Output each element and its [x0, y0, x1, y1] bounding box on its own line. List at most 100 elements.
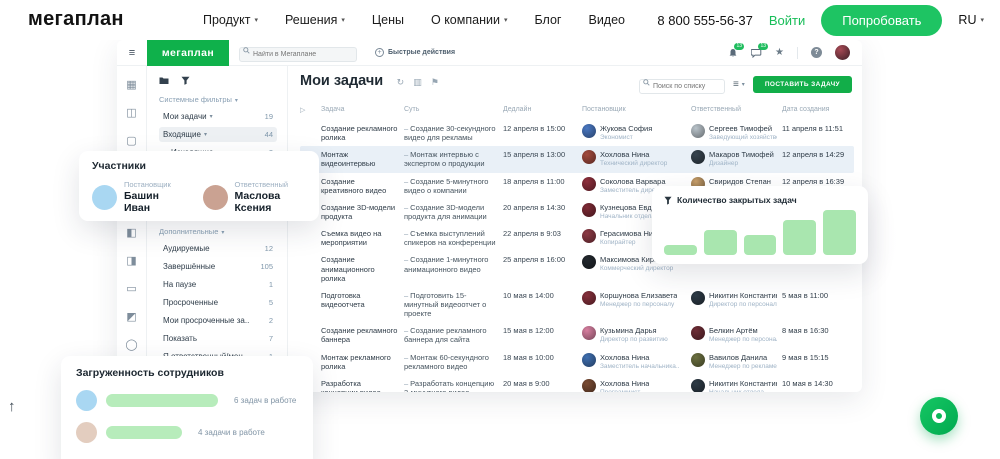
megaplan-logo[interactable]: мегаплан: [28, 8, 124, 31]
calendar-icon[interactable]: ▢: [126, 132, 136, 150]
filter-item-label: Мои задачи: [163, 112, 207, 121]
task-gist: – Монтаж 60-секундного рекламного видео: [404, 352, 489, 371]
quick-actions[interactable]: + Быстрые действия: [375, 48, 455, 57]
filter-item[interactable]: Мои просроченные за.. 2: [159, 313, 277, 328]
task-setter[interactable]: Хохлова Нина Технический директор: [582, 150, 686, 167]
task-setter[interactable]: Коршунова Елизавета Менеджер по персоналу: [582, 290, 686, 308]
filter-item[interactable]: Аудируемые 12: [159, 241, 277, 256]
task-title: Съемка видео на мероприятии: [321, 229, 382, 248]
documents-icon[interactable]: ▭: [126, 280, 136, 298]
refresh-icon[interactable]: ↻: [397, 77, 405, 87]
deals-icon[interactable]: ◩: [126, 308, 136, 326]
person-role: Коммерческий директор: [600, 265, 674, 273]
sort-icon[interactable]: ⚑: [431, 77, 439, 87]
view-switcher[interactable]: ≡ ▾: [733, 79, 745, 90]
scroll-top-arrow[interactable]: ↑: [8, 398, 16, 415]
row-checkbox[interactable]: [302, 229, 311, 238]
reports-icon[interactable]: ◧: [126, 224, 136, 242]
list-search: [638, 75, 725, 94]
user-avatar[interactable]: [835, 45, 850, 60]
task-setter[interactable]: Хохлова НинаПрограммист: [582, 378, 686, 392]
filter-icon[interactable]: [181, 76, 190, 85]
task-setter[interactable]: Кузьмина Дарья Директор по развитию: [582, 326, 686, 343]
filter-item[interactable]: На паузе 1: [159, 277, 277, 292]
divider: [797, 46, 798, 59]
list-controls: ≡ ▾ ПОСТАВИТЬ ЗАДАЧУ: [638, 75, 852, 94]
phone-number[interactable]: 8 800 555-56-37: [657, 13, 752, 28]
row-checkbox[interactable]: [302, 326, 311, 335]
table-row[interactable]: Создание рекламного ролика – Создание 30-…: [300, 120, 854, 146]
try-button[interactable]: Попробовать: [821, 4, 943, 36]
task-responsible[interactable]: Никитин КонстантинНачальник отдела..: [691, 378, 777, 392]
task-gist: –Разработать концепцию 3-минутного видео: [404, 378, 495, 392]
filter-section-extra[interactable]: Дополнительные ▾: [159, 227, 277, 236]
chevron-down-icon: ▾: [234, 98, 238, 104]
column-header[interactable]: Задача: [321, 106, 399, 114]
help-icon[interactable]: ?: [811, 47, 822, 58]
table-row[interactable]: Подготовка видеоотчета – Подготовить 15-м…: [300, 287, 854, 322]
folder-plus-icon[interactable]: [159, 76, 169, 85]
task-gist: – Создание 5-минутного видео о компании: [404, 176, 489, 195]
favorites-icon[interactable]: ★: [775, 47, 784, 58]
nav-link[interactable]: Видео: [588, 13, 625, 27]
table-row[interactable]: ✓ Монтаж видеоинтервью –Монтаж интервью …: [300, 146, 854, 173]
settings-icon[interactable]: ◯: [125, 336, 137, 354]
menu-icon[interactable]: ≡: [117, 47, 147, 59]
table-row[interactable]: Создание рекламного баннера – Создание ре…: [300, 322, 854, 348]
filter-item[interactable]: Входящие ▾ 44: [159, 127, 277, 142]
nav-link[interactable]: Решения ▾: [285, 13, 345, 27]
participant[interactable]: Постановщик Башин Иван: [92, 180, 177, 214]
columns-icon[interactable]: ▥: [413, 77, 422, 87]
table-row[interactable]: Разработка концепции видео –Разработать …: [300, 375, 854, 392]
expand-all-icon[interactable]: ▷: [300, 106, 316, 114]
task-setter[interactable]: Хохлова Нина Заместитель начальника..: [582, 352, 686, 370]
nav-link[interactable]: Блог: [534, 13, 561, 27]
row-checkbox[interactable]: [302, 291, 311, 300]
column-header[interactable]: Дедлайн: [503, 106, 577, 114]
task-gist: – Создание 1-минутного анимационного виде…: [404, 255, 489, 274]
person-role: Менеджер по персоналу: [600, 300, 675, 308]
workload-card: Загруженность сотрудников 6 задач в рабо…: [61, 356, 313, 459]
chat-icon[interactable]: 13: [751, 42, 769, 58]
workload-row: 6 задач в работе: [76, 390, 298, 411]
filter-item[interactable]: Просроченные 5: [159, 295, 277, 310]
nav-link[interactable]: Продукт ▾: [203, 13, 258, 27]
app-logo[interactable]: мегаплан: [147, 40, 229, 66]
global-search-input[interactable]: [239, 47, 357, 62]
filter-section-system[interactable]: Системные фильтры ▾: [159, 95, 277, 104]
employees-icon[interactable]: ◫: [126, 104, 136, 122]
modules-icon[interactable]: ▦: [126, 76, 136, 94]
table-row[interactable]: Монтаж рекламного ролика – Монтаж 60-секу…: [300, 349, 854, 375]
person-role: Заведующий хозяйством: [709, 134, 777, 141]
filter-item[interactable]: Показать 7: [159, 331, 277, 346]
task-setter[interactable]: Жукова София Экономист: [582, 124, 686, 141]
task-responsible[interactable]: Белкин Артём Менеджер по персоналу: [691, 326, 777, 343]
create-task-button[interactable]: ПОСТАВИТЬ ЗАДАЧУ: [752, 76, 852, 93]
participant[interactable]: Ответственный Маслова Ксения: [202, 180, 307, 214]
task-gist: – Создание 3D-модели продукта для анимаци…: [404, 202, 487, 221]
language-selector[interactable]: RU ▾: [958, 13, 984, 27]
filter-item[interactable]: Мои задачи ▾ 19: [159, 109, 277, 124]
column-header[interactable]: Ответственный: [691, 106, 777, 114]
row-checkbox[interactable]: [302, 124, 311, 133]
bell-icon[interactable]: 13: [728, 42, 745, 58]
person-role: Менеджер по персоналу: [709, 336, 777, 344]
column-header[interactable]: Суть: [404, 106, 498, 114]
task-responsible[interactable]: Вавилов ДанилаМенеджер по рекламе и..: [691, 352, 777, 370]
messenger-icon[interactable]: ◨: [126, 252, 136, 270]
nav-link[interactable]: О компании ▾: [431, 13, 507, 27]
task-responsible[interactable]: Сергеев Тимофей Заведующий хозяйством: [691, 124, 777, 141]
column-header[interactable]: Постановщик: [582, 106, 686, 114]
task-gist: – Съемка выступлений спикеров на конферен…: [404, 229, 496, 248]
list-search-input[interactable]: [638, 79, 725, 94]
task-responsible[interactable]: Макаров Тимофей Дизайнер: [691, 150, 777, 167]
nav-link[interactable]: Цены: [372, 13, 404, 27]
column-header[interactable]: Дата создания: [782, 106, 854, 114]
person-name: Коршунова Елизавета: [600, 290, 678, 300]
task-responsible[interactable]: Никитин Константин Директор по персоналу: [691, 290, 777, 308]
login-link[interactable]: Войти: [769, 13, 805, 28]
chat-fab[interactable]: [920, 397, 958, 435]
workload-rows: 6 задач в работе 4 задачи в работе: [76, 390, 298, 443]
row-checkbox[interactable]: [302, 255, 311, 264]
filter-item[interactable]: Завершённые 105: [159, 259, 277, 274]
